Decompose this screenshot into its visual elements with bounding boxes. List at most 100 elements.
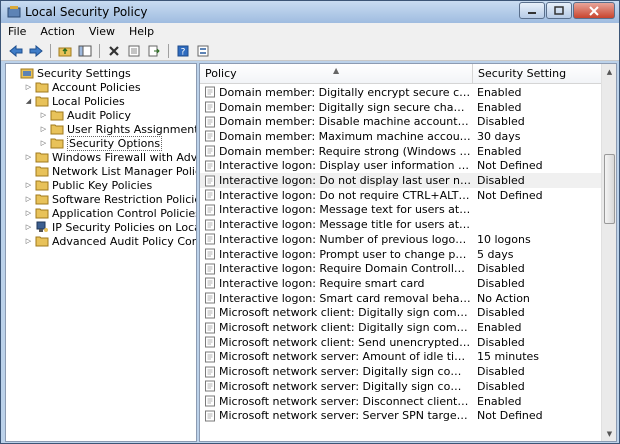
expand-arrow-icon[interactable]: ▷ xyxy=(24,153,33,161)
up-one-level-button[interactable] xyxy=(56,42,74,59)
folder-icon xyxy=(35,208,49,219)
minimize-button[interactable] xyxy=(519,2,545,19)
policy-name: Microsoft network client: Digitally sign… xyxy=(219,306,471,320)
tree-item[interactable]: ▷ Security Options xyxy=(39,135,163,151)
menu-action[interactable]: Action xyxy=(33,23,81,41)
table-row[interactable]: Interactive logon: Message text for user… xyxy=(200,203,602,218)
table-row[interactable]: Microsoft network server: Digitally sign… xyxy=(200,364,602,379)
table-row[interactable]: Interactive logon: Message title for use… xyxy=(200,217,602,232)
back-button[interactable] xyxy=(7,42,25,59)
table-row[interactable]: Microsoft network client: Digitally sign… xyxy=(200,306,602,321)
policy-icon xyxy=(205,336,215,348)
table-row[interactable]: Interactive logon: Display user informat… xyxy=(200,159,602,174)
properties-icon xyxy=(128,45,140,56)
export-list-button[interactable] xyxy=(145,42,163,59)
delete-x-icon xyxy=(109,45,119,56)
tree-item[interactable]: ▷ Advanced Audit Policy Configuration xyxy=(24,234,197,248)
table-row[interactable]: Domain member: Disable machine account p… xyxy=(200,114,602,129)
policy-name: Interactive logon: Message text for user… xyxy=(219,203,471,217)
table-row[interactable]: Microsoft network server: Disconnect cli… xyxy=(200,394,602,409)
policy-icon xyxy=(205,86,215,98)
tree-item-label: IP Security Policies on Local Compute xyxy=(52,220,196,234)
table-row[interactable]: Domain member: Require strong (Windows 2… xyxy=(200,144,602,159)
collapse-arrow-icon[interactable]: ◢ xyxy=(24,97,33,105)
expand-arrow-icon[interactable]: ▷ xyxy=(24,83,33,91)
policy-name: Domain member: Digitally encrypt secure … xyxy=(219,85,471,99)
table-row[interactable]: Interactive logon: Number of previous lo… xyxy=(200,232,602,247)
policy-icon xyxy=(205,395,215,407)
tree-item[interactable]: ▷ Public Key Policies xyxy=(24,178,152,192)
policy-icon xyxy=(205,160,215,172)
table-row[interactable]: Interactive logon: Do not require CTRL+A… xyxy=(200,188,602,203)
table-row[interactable]: Interactive logon: Require Domain Contro… xyxy=(200,261,602,276)
folder-icon xyxy=(35,180,49,191)
table-row[interactable]: Microsoft network client: Send unencrypt… xyxy=(200,335,602,350)
policy-name: Microsoft network client: Digitally sign… xyxy=(219,321,471,335)
scroll-up-icon[interactable]: ▲ xyxy=(603,64,616,79)
table-row[interactable]: Microsoft network server: Digitally sign… xyxy=(200,379,602,394)
tree-item[interactable]: Security Settings xyxy=(9,66,131,80)
expand-arrow-icon[interactable]: ▷ xyxy=(24,195,33,203)
policy-icon xyxy=(205,380,215,392)
maximize-icon xyxy=(554,6,564,15)
scroll-thumb[interactable] xyxy=(604,154,615,224)
policy-name: Interactive logon: Do not require CTRL+A… xyxy=(219,188,471,202)
tree-item[interactable]: ◢ Local Policies xyxy=(24,94,125,108)
close-icon xyxy=(589,5,599,16)
expand-arrow-icon[interactable]: ▷ xyxy=(39,111,48,119)
tree-item-label: Advanced Audit Policy Configuration xyxy=(52,234,197,248)
policy-setting: 30 days xyxy=(477,129,521,143)
table-row[interactable]: Interactive logon: Require smart card Dis… xyxy=(200,276,602,291)
vertical-scrollbar[interactable]: ▲ ▼ xyxy=(601,64,616,441)
table-row[interactable]: Interactive logon: Smart card removal be… xyxy=(200,291,602,306)
title-bar[interactable]: Local Security Policy xyxy=(1,1,619,23)
show-hide-console-tree-button[interactable] xyxy=(76,42,94,59)
table-row[interactable]: Microsoft network client: Digitally sign… xyxy=(200,320,602,335)
export-list-icon xyxy=(148,45,160,56)
folder-icon xyxy=(35,96,49,107)
table-row[interactable]: Domain member: Digitally sign secure cha… xyxy=(200,100,602,115)
expand-arrow-icon[interactable]: ▷ xyxy=(24,237,33,245)
maximize-button[interactable] xyxy=(546,2,572,19)
help-button[interactable]: ? xyxy=(174,42,192,59)
folder-icon xyxy=(35,166,49,177)
expand-arrow-icon[interactable]: ▷ xyxy=(24,209,33,217)
expand-arrow-icon[interactable]: ▷ xyxy=(39,125,48,133)
console-tree-icon xyxy=(78,45,92,56)
table-row[interactable]: Microsoft network server: Amount of idle… xyxy=(200,350,602,365)
table-row[interactable]: Domain member: Maximum machine account p… xyxy=(200,129,602,144)
table-row[interactable]: Interactive logon: Prompt user to change… xyxy=(200,247,602,262)
policy-setting: Disabled xyxy=(477,174,525,188)
folder-icon xyxy=(35,82,49,93)
table-row[interactable]: Microsoft network server: Server SPN tar… xyxy=(200,408,602,423)
tree-item[interactable]: ▷ Account Policies xyxy=(24,80,141,94)
view-details-button[interactable] xyxy=(194,42,212,59)
delete-button[interactable] xyxy=(105,42,123,59)
tree-item[interactable]: ▷ Software Restriction Policies xyxy=(24,192,196,206)
tree-item[interactable]: ▷ User Rights Assignment xyxy=(39,122,196,136)
tree-item[interactable]: ▷ Application Control Policies xyxy=(24,206,197,220)
close-button[interactable] xyxy=(573,2,615,19)
expand-arrow-icon[interactable]: ▷ xyxy=(39,139,48,147)
expand-arrow-icon[interactable]: ▷ xyxy=(24,181,33,189)
scroll-down-icon[interactable]: ▼ xyxy=(603,426,616,441)
back-arrow-icon xyxy=(9,44,23,57)
table-row[interactable]: Domain member: Digitally encrypt secure … xyxy=(200,85,602,100)
security-settings-icon xyxy=(20,68,34,79)
table-row[interactable]: Interactive logon: Do not display last u… xyxy=(200,173,602,188)
tree-item-label: Application Control Policies xyxy=(52,206,197,220)
column-header-policy[interactable]: Policy ▲ xyxy=(200,64,473,84)
menu-help[interactable]: Help xyxy=(122,23,161,41)
tree-item[interactable]: Network List Manager Policies xyxy=(24,164,196,178)
tree-item[interactable]: ▷ Audit Policy xyxy=(39,108,131,122)
expand-arrow-icon[interactable]: ▷ xyxy=(24,223,33,231)
policy-name: Interactive logon: Display user informat… xyxy=(219,159,471,173)
menu-view[interactable]: View xyxy=(82,23,122,41)
forward-button[interactable] xyxy=(27,42,45,59)
column-header-security-setting[interactable]: Security Setting xyxy=(473,64,602,84)
menu-file[interactable]: File xyxy=(1,23,33,41)
properties-button[interactable] xyxy=(125,42,143,59)
policy-name: Domain member: Digitally sign secure cha… xyxy=(219,100,471,114)
tree-item[interactable]: ▷ Windows Firewall with Advanced Secu xyxy=(24,150,196,164)
tree-item[interactable]: ▷ IP Security Policies on Local Compute xyxy=(24,220,196,234)
